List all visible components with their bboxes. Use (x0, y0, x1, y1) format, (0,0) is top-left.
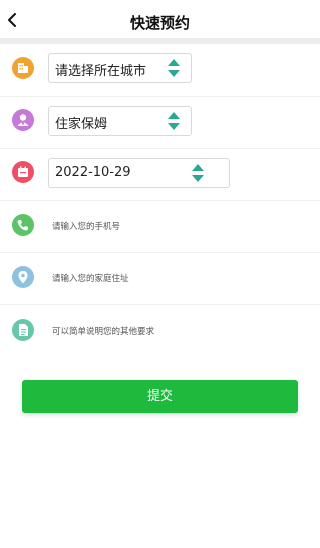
date-select[interactable]: 2022-10-29 (48, 158, 230, 188)
phone-placeholder: 请输入您的手机号 (52, 222, 121, 232)
phone-row: 请输入您的手机号 (0, 200, 320, 253)
city-row: 请选择所在城市 (0, 44, 320, 97)
notes-placeholder: 可以简单说明您的其他要求 (52, 327, 155, 337)
calendar-icon (12, 161, 34, 183)
location-pin-icon (12, 266, 34, 288)
date-select-value: 2022-10-29 (55, 165, 131, 180)
building-icon (12, 57, 34, 79)
address-input[interactable]: 请输入您的家庭住址 (48, 265, 312, 291)
phone-input[interactable]: 请输入您的手机号 (48, 213, 312, 239)
address-row: 请输入您的家庭住址 (0, 252, 320, 305)
city-stepper-icon[interactable] (167, 57, 181, 79)
phone-icon (12, 214, 34, 236)
document-icon (12, 319, 34, 341)
address-placeholder: 请输入您的家庭住址 (52, 274, 129, 284)
city-select-value: 请选择所在城市 (55, 64, 147, 79)
service-select[interactable]: 住家保姆 (48, 106, 192, 136)
service-stepper-icon[interactable] (167, 110, 181, 132)
booking-page: 快速预约 请选择所在城市 住家保姆 2022-10-29 请输入您的手机号 请输… (0, 0, 320, 548)
service-select-value: 住家保姆 (55, 117, 108, 132)
service-row: 住家保姆 (0, 96, 320, 149)
notes-input[interactable]: 可以简单说明您的其他要求 (48, 317, 312, 343)
page-title: 快速预约 (129, 14, 190, 32)
submit-button[interactable]: 提交 (22, 380, 298, 413)
header: 快速预约 (0, 0, 320, 38)
date-stepper-icon[interactable] (191, 162, 205, 184)
notes-row: 可以简单说明您的其他要求 (0, 304, 320, 356)
date-row: 2022-10-29 (0, 148, 320, 201)
caregiver-icon (12, 109, 34, 131)
city-select[interactable]: 请选择所在城市 (48, 53, 192, 83)
